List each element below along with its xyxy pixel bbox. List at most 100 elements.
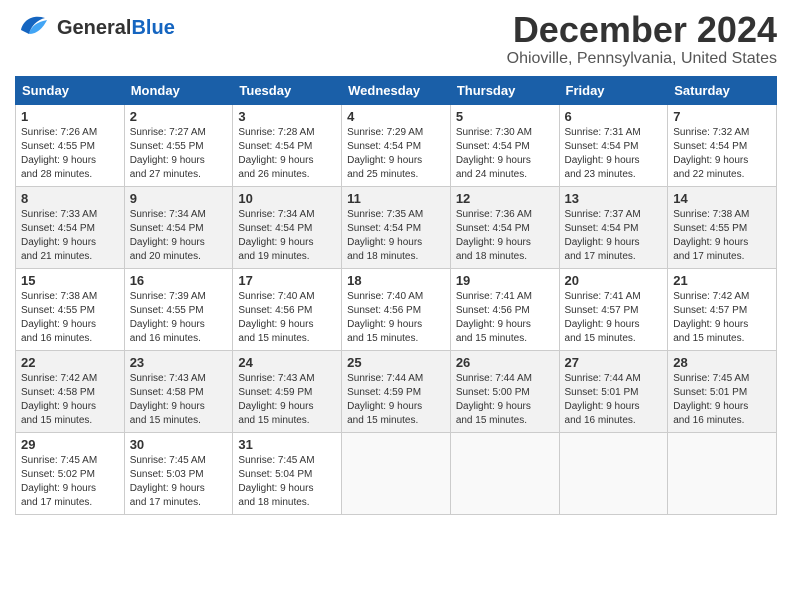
logo-icon (15, 10, 53, 45)
calendar-week-row: 29Sunrise: 7:45 AM Sunset: 5:02 PM Dayli… (16, 432, 777, 514)
day-info: Sunrise: 7:41 AM Sunset: 4:56 PM Dayligh… (456, 290, 554, 346)
weekday-header-wednesday: Wednesday (342, 76, 451, 104)
day-info: Sunrise: 7:42 AM Sunset: 4:58 PM Dayligh… (21, 372, 119, 428)
day-number: 28 (673, 355, 771, 370)
logo-blue-text: Blue (131, 17, 174, 39)
day-info: Sunrise: 7:35 AM Sunset: 4:54 PM Dayligh… (347, 208, 445, 264)
day-info: Sunrise: 7:44 AM Sunset: 5:00 PM Dayligh… (456, 372, 554, 428)
day-info: Sunrise: 7:29 AM Sunset: 4:54 PM Dayligh… (347, 126, 445, 182)
day-info: Sunrise: 7:36 AM Sunset: 4:54 PM Dayligh… (456, 208, 554, 264)
calendar-cell: 6Sunrise: 7:31 AM Sunset: 4:54 PM Daylig… (559, 104, 668, 186)
calendar-cell: 28 Sunrise: 7:45 AM Sunset: 5:01 PM Dayli… (668, 350, 777, 432)
calendar-cell: 14 Sunrise: 7:38 AM Sunset: 4:55 PM Dayli… (668, 186, 777, 268)
calendar-week-row: 1 Sunrise: 7:26 AM Sunset: 4:55 PM Daylig… (16, 104, 777, 186)
day-info: Sunrise: 7:44 AM Sunset: 4:59 PM Dayligh… (347, 372, 445, 428)
day-number: 4 (347, 109, 445, 124)
weekday-header-friday: Friday (559, 76, 668, 104)
day-info: Sunrise: 7:34 AM Sunset: 4:54 PM Dayligh… (238, 208, 336, 264)
calendar-cell: 18 Sunrise: 7:40 AM Sunset: 4:56 PM Dayli… (342, 268, 451, 350)
calendar-cell: 5 Sunrise: 7:30 AM Sunset: 4:54 PM Daylig… (450, 104, 559, 186)
calendar-cell: 25Sunrise: 7:44 AM Sunset: 4:59 PM Dayli… (342, 350, 451, 432)
calendar-cell: 19 Sunrise: 7:41 AM Sunset: 4:56 PM Dayli… (450, 268, 559, 350)
day-info: Sunrise: 7:40 AM Sunset: 4:56 PM Dayligh… (347, 290, 445, 346)
day-number: 22 (21, 355, 119, 370)
day-info: Sunrise: 7:45 AM Sunset: 5:04 PM Dayligh… (238, 454, 336, 510)
day-number: 5 (456, 109, 554, 124)
title-area: December 2024 Ohioville, Pennsylvania, U… (507, 10, 777, 68)
calendar-cell: 7 Sunrise: 7:32 AM Sunset: 4:54 PM Daylig… (668, 104, 777, 186)
calendar-cell: 15Sunrise: 7:38 AM Sunset: 4:55 PM Dayli… (16, 268, 125, 350)
calendar-cell: 20Sunrise: 7:41 AM Sunset: 4:57 PM Dayli… (559, 268, 668, 350)
calendar-cell: 11 Sunrise: 7:35 AM Sunset: 4:54 PM Dayli… (342, 186, 451, 268)
day-info: Sunrise: 7:45 AM Sunset: 5:03 PM Dayligh… (130, 454, 228, 510)
day-info: Sunrise: 7:45 AM Sunset: 5:02 PM Dayligh… (21, 454, 119, 510)
day-number: 31 (238, 437, 336, 452)
day-info: Sunrise: 7:43 AM Sunset: 4:58 PM Dayligh… (130, 372, 228, 428)
calendar-cell: 8 Sunrise: 7:33 AM Sunset: 4:54 PM Daylig… (16, 186, 125, 268)
calendar-table: SundayMondayTuesdayWednesdayThursdayFrid… (15, 76, 777, 515)
day-number: 17 (238, 273, 336, 288)
day-number: 8 (21, 191, 119, 206)
calendar-cell (559, 432, 668, 514)
day-info: Sunrise: 7:37 AM Sunset: 4:54 PM Dayligh… (565, 208, 663, 264)
calendar-cell: 9Sunrise: 7:34 AM Sunset: 4:54 PM Daylig… (124, 186, 233, 268)
day-number: 19 (456, 273, 554, 288)
day-info: Sunrise: 7:42 AM Sunset: 4:57 PM Dayligh… (673, 290, 771, 346)
page-header: GeneralBlue December 2024 Ohioville, Pen… (15, 10, 777, 68)
calendar-cell: 12 Sunrise: 7:36 AM Sunset: 4:54 PM Dayli… (450, 186, 559, 268)
day-number: 1 (21, 109, 119, 124)
day-number: 27 (565, 355, 663, 370)
day-info: Sunrise: 7:32 AM Sunset: 4:54 PM Dayligh… (673, 126, 771, 182)
calendar-cell: 17 Sunrise: 7:40 AM Sunset: 4:56 PM Dayli… (233, 268, 342, 350)
weekday-header-thursday: Thursday (450, 76, 559, 104)
day-info: Sunrise: 7:30 AM Sunset: 4:54 PM Dayligh… (456, 126, 554, 182)
calendar-cell: 26 Sunrise: 7:44 AM Sunset: 5:00 PM Dayli… (450, 350, 559, 432)
day-info: Sunrise: 7:31 AM Sunset: 4:54 PM Dayligh… (565, 126, 663, 182)
day-number: 24 (238, 355, 336, 370)
calendar-week-row: 15Sunrise: 7:38 AM Sunset: 4:55 PM Dayli… (16, 268, 777, 350)
calendar-cell: 31 Sunrise: 7:45 AM Sunset: 5:04 PM Dayli… (233, 432, 342, 514)
day-number: 14 (673, 191, 771, 206)
calendar-week-row: 22 Sunrise: 7:42 AM Sunset: 4:58 PM Dayli… (16, 350, 777, 432)
day-info: Sunrise: 7:26 AM Sunset: 4:55 PM Dayligh… (21, 126, 119, 182)
calendar-cell: 29Sunrise: 7:45 AM Sunset: 5:02 PM Dayli… (16, 432, 125, 514)
logo-text: GeneralBlue (57, 18, 175, 38)
day-info: Sunrise: 7:44 AM Sunset: 5:01 PM Dayligh… (565, 372, 663, 428)
calendar-cell: 10 Sunrise: 7:34 AM Sunset: 4:54 PM Dayli… (233, 186, 342, 268)
day-info: Sunrise: 7:28 AM Sunset: 4:54 PM Dayligh… (238, 126, 336, 182)
day-info: Sunrise: 7:40 AM Sunset: 4:56 PM Dayligh… (238, 290, 336, 346)
day-info: Sunrise: 7:33 AM Sunset: 4:54 PM Dayligh… (21, 208, 119, 264)
weekday-header-tuesday: Tuesday (233, 76, 342, 104)
weekday-header-saturday: Saturday (668, 76, 777, 104)
day-number: 2 (130, 109, 228, 124)
month-title: December 2024 (507, 10, 777, 50)
calendar-cell: 27 Sunrise: 7:44 AM Sunset: 5:01 PM Dayli… (559, 350, 668, 432)
day-info: Sunrise: 7:43 AM Sunset: 4:59 PM Dayligh… (238, 372, 336, 428)
day-info: Sunrise: 7:27 AM Sunset: 4:55 PM Dayligh… (130, 126, 228, 182)
calendar-week-row: 8 Sunrise: 7:33 AM Sunset: 4:54 PM Daylig… (16, 186, 777, 268)
day-number: 11 (347, 191, 445, 206)
day-number: 23 (130, 355, 228, 370)
day-number: 18 (347, 273, 445, 288)
calendar-cell: 22 Sunrise: 7:42 AM Sunset: 4:58 PM Dayli… (16, 350, 125, 432)
day-number: 26 (456, 355, 554, 370)
calendar-cell: 21Sunrise: 7:42 AM Sunset: 4:57 PM Dayli… (668, 268, 777, 350)
day-number: 7 (673, 109, 771, 124)
day-number: 20 (565, 273, 663, 288)
day-info: Sunrise: 7:45 AM Sunset: 5:01 PM Dayligh… (673, 372, 771, 428)
weekday-header-sunday: Sunday (16, 76, 125, 104)
day-number: 16 (130, 273, 228, 288)
day-number: 12 (456, 191, 554, 206)
day-number: 10 (238, 191, 336, 206)
day-number: 3 (238, 109, 336, 124)
calendar-cell (342, 432, 451, 514)
calendar-cell (450, 432, 559, 514)
day-number: 15 (21, 273, 119, 288)
calendar-cell: 2 Sunrise: 7:27 AM Sunset: 4:55 PM Daylig… (124, 104, 233, 186)
calendar-cell: 3 Sunrise: 7:28 AM Sunset: 4:54 PM Daylig… (233, 104, 342, 186)
location-title: Ohioville, Pennsylvania, United States (507, 50, 777, 68)
day-number: 13 (565, 191, 663, 206)
logo-general-text: General (57, 17, 131, 39)
day-info: Sunrise: 7:38 AM Sunset: 4:55 PM Dayligh… (673, 208, 771, 264)
calendar-cell: 23 Sunrise: 7:43 AM Sunset: 4:58 PM Dayli… (124, 350, 233, 432)
